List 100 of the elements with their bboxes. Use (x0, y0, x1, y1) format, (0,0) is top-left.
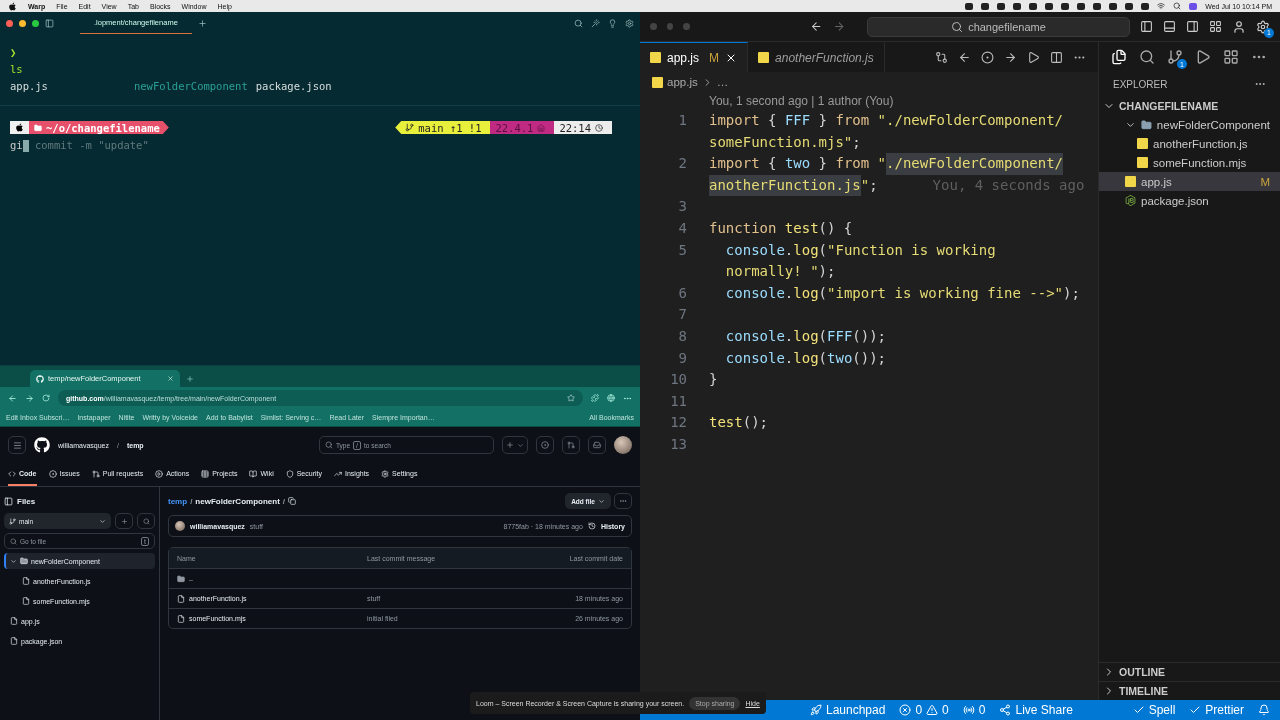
sidebar-toggle-icon[interactable] (1140, 20, 1153, 33)
status-item[interactable]: 0 (962, 703, 986, 717)
status-item[interactable]: 0 0 (899, 703, 949, 717)
reload-icon[interactable] (42, 394, 50, 402)
code-line: normally! "); (724, 262, 837, 282)
explorer-icon[interactable] (1111, 49, 1127, 65)
avatar[interactable] (614, 436, 632, 454)
code-line: console.log("import is working fine -->"); (724, 283, 1080, 303)
explorer-item[interactable]: newFolderComponent (1099, 115, 1280, 134)
status-item[interactable]: Prettier (1189, 703, 1244, 717)
history-icon (587, 522, 596, 530)
panel-title: Files (17, 496, 36, 506)
line-number: 10 (669, 370, 687, 390)
menu-icon (12, 440, 22, 450)
line-number: 5 (677, 240, 687, 260)
copy-icon[interactable] (288, 497, 297, 505)
caret-icon (99, 517, 106, 525)
search-button[interactable] (137, 513, 155, 529)
typed-command: gi (10, 139, 23, 151)
issues-button[interactable] (536, 436, 554, 454)
shield-icon (285, 469, 294, 478)
minimize-button[interactable] (19, 19, 26, 27)
new-tab-icon[interactable] (197, 18, 207, 28)
pull-requests-button[interactable] (562, 436, 580, 454)
line-number: 11 (669, 391, 687, 411)
code-line: import { two } from "./newFolderComponent/ (709, 153, 1085, 175)
explorer-item[interactable]: package.json (1099, 191, 1280, 210)
section-title: OUTLINE (1119, 666, 1166, 678)
close-button[interactable] (6, 19, 13, 27)
breadcrumb-item[interactable]: app.js (667, 76, 698, 88)
explorer-item[interactable]: anotherFunction.js (1099, 134, 1280, 153)
run-debug-icon[interactable] (1195, 49, 1211, 65)
explorer-item[interactable]: app.js M (1099, 172, 1280, 191)
lightbulb-icon[interactable] (608, 18, 617, 28)
js-file-icon (1137, 138, 1148, 149)
github-icon (36, 374, 44, 383)
menu-button[interactable] (8, 436, 26, 454)
breadcrumb-link[interactable]: temp (168, 496, 188, 506)
explorer-item[interactable]: someFunction.mjs (1099, 153, 1280, 172)
check-icon (1189, 704, 1202, 716)
git-status: M (709, 50, 720, 65)
search-icon[interactable] (1139, 49, 1155, 65)
js-file-icon (652, 76, 663, 88)
search-icon[interactable] (1173, 2, 1182, 10)
apple-icon[interactable] (8, 1, 17, 11)
inbox-button[interactable] (588, 436, 606, 454)
globe-icon[interactable] (607, 394, 615, 402)
wand-icon[interactable] (591, 18, 600, 28)
line-number: 4 (677, 218, 687, 238)
split-editor-icon[interactable] (1050, 50, 1063, 64)
puzzle-icon[interactable] (591, 394, 599, 402)
next-change-icon[interactable] (1004, 50, 1017, 64)
git-branch: main ↑1 !1 (418, 121, 482, 134)
sidebar-toggle-icon[interactable] (1186, 20, 1199, 33)
inbox-icon (593, 441, 601, 449)
panel-toggle-icon[interactable] (1163, 20, 1176, 33)
line-number: 1 (677, 111, 687, 130)
wifi-icon[interactable] (1157, 2, 1166, 10)
status-item[interactable]: Live Share (999, 703, 1073, 717)
status-item[interactable]: Launchpad (810, 703, 886, 717)
maximize-button[interactable] (32, 19, 39, 27)
line-number: 13 (669, 434, 687, 454)
github-icon[interactable] (34, 437, 50, 453)
panel-icon[interactable] (4, 496, 13, 506)
status-item[interactable]: Spell (1132, 703, 1176, 717)
new-tab-icon[interactable] (186, 375, 194, 383)
command-center[interactable]: changefilename (866, 16, 1130, 37)
error-count: 0 (915, 703, 923, 717)
section-title: TIMELINE (1119, 685, 1168, 697)
account-icon[interactable] (1232, 19, 1246, 34)
run-icon[interactable] (1027, 50, 1040, 64)
workspace-header[interactable]: CHANGEFILENAME (1099, 96, 1280, 115)
clock-icon (595, 123, 603, 132)
compare-icon[interactable] (935, 50, 948, 64)
add-button[interactable] (115, 513, 133, 529)
back-icon[interactable] (810, 20, 823, 33)
circle-dot-icon (541, 441, 549, 449)
star-icon[interactable] (567, 394, 575, 402)
circle-dot-icon (48, 469, 57, 478)
file-name: app.js (10, 80, 48, 92)
file-icon (10, 617, 18, 625)
section-header[interactable]: OUTLINE (1099, 662, 1280, 681)
previous-change-icon[interactable] (958, 50, 971, 64)
bell-icon[interactable] (1258, 704, 1270, 716)
settings-icon[interactable] (625, 18, 634, 28)
search-icon[interactable] (574, 18, 583, 28)
status-text: Spell (1148, 703, 1176, 717)
breadcrumb-item[interactable]: … (716, 76, 729, 88)
editor-tab[interactable]: app.js M (640, 42, 749, 72)
layout-icon[interactable] (1209, 20, 1222, 33)
command: ls (10, 63, 24, 75)
forward-icon[interactable] (25, 393, 34, 403)
code-line: test(); (709, 413, 768, 433)
commit-icon[interactable] (981, 50, 994, 64)
forward-icon[interactable] (832, 20, 845, 33)
house-icon (537, 123, 546, 132)
play-icon (155, 469, 164, 478)
sidebar-icon[interactable] (45, 18, 54, 28)
extensions-icon[interactable] (1223, 49, 1239, 65)
line-number: 12 (669, 413, 687, 433)
